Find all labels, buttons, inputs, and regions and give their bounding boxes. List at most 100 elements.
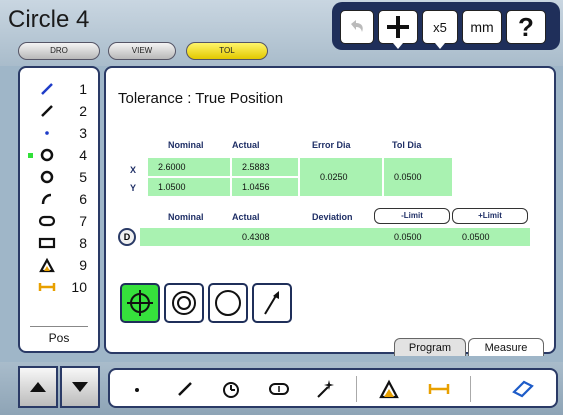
feature-list: 1 2 3 4 5 6 7 8 9 10 Pos [18,66,100,353]
units-label: mm [470,19,494,35]
measure-wand-button[interactable] [308,375,342,403]
feature-item-7[interactable]: 7 [24,210,96,232]
toolbar-divider [470,376,471,402]
auto-measure-button[interactable] [506,375,540,403]
help-icon: ? [518,11,534,42]
runout-arrow-icon [264,291,279,315]
tool-strip: x5 mm ? [332,2,560,50]
distance-icon [428,384,450,394]
selected-marker [28,152,33,158]
dro-button[interactable]: DRO [18,42,100,60]
feature-number: 1 [79,81,87,97]
d-plus-limit-value[interactable]: 0.0500 [452,228,528,246]
x-actual-value: 2.5883 [232,158,298,176]
feature-item-1[interactable]: 1 [24,78,96,100]
measure-circle-button[interactable] [214,375,248,403]
feature-item-8[interactable]: 8 [24,232,96,254]
units-button[interactable]: mm [462,10,502,44]
scroll-up-button[interactable] [18,366,58,408]
zoom-button[interactable]: x5 [422,10,458,49]
d-minus-limit-value[interactable]: 0.0500 [384,228,450,246]
feature-number: 5 [79,169,87,185]
header-nominal: Nominal [168,140,204,150]
header-error-dia: Error Dia [312,140,351,150]
view-button[interactable]: VIEW [108,42,176,60]
eraser-icon [512,380,534,398]
error-dia-value: 0.0250 [300,158,382,196]
tol-button[interactable]: TOL [186,42,268,60]
rectangle-icon [37,233,57,253]
feature-item-5[interactable]: 5 [24,166,96,188]
header-deviation: Deviation [312,212,353,222]
arrow-down-icon [72,382,88,392]
measure-point-button[interactable] [120,375,154,403]
slot-icon [269,383,289,395]
runout-button[interactable] [252,283,292,323]
measure-slot-button[interactable] [262,375,296,403]
plus-limit-header[interactable]: +Limit [452,208,528,224]
minus-limit-header[interactable]: -Limit [374,208,450,224]
arc-icon [37,189,57,209]
angle-icon [37,255,57,275]
measure-toolbar [108,368,558,408]
scroll-down-button[interactable] [60,366,100,408]
feature-item-9[interactable]: 9 [24,254,96,276]
line-icon [37,79,57,99]
feature-item-6[interactable]: 6 [24,188,96,210]
axis-x-label: X [130,165,137,175]
top-bar: Circle 4 DRO VIEW TOL x5 mm ? [0,0,563,66]
feature-item-2[interactable]: 2 [24,100,96,122]
arrow-up-icon [30,382,46,392]
tab-program[interactable]: Program [394,338,466,356]
tab-measure[interactable]: Measure [468,338,544,356]
concentricity-icon [172,291,196,315]
feature-number: 7 [79,213,87,229]
true-position-button[interactable] [120,283,160,323]
circle-icon [37,145,57,165]
tolerance-panel: Tolerance : True Position Nominal Actual… [104,66,556,356]
measure-line-button[interactable] [168,375,202,403]
x-nominal-value[interactable]: 2.6000 [148,158,230,176]
feature-number: 9 [79,257,87,273]
crosshair-icon [387,16,409,38]
true-position-icon [127,290,153,316]
feature-number: 3 [79,125,87,141]
header-tol-dia: Tol Dia [392,140,422,150]
toolbar-divider [356,376,357,402]
feature-number: 8 [79,235,87,251]
zoom-label: x5 [433,19,447,35]
y-nominal-value[interactable]: 1.0500 [148,178,230,196]
pos-tab[interactable]: Pos [30,326,88,348]
concentricity-button[interactable] [164,283,204,323]
feature-number: 10 [71,279,87,295]
deviation-button[interactable]: D [118,228,136,246]
measure-distance-button[interactable] [422,375,456,403]
feature-item-10[interactable]: 10 [24,276,96,298]
distance-icon [37,277,57,297]
slot-icon [37,211,57,231]
help-button[interactable]: ? [506,10,546,44]
feature-number: 2 [79,103,87,119]
line-icon [37,101,57,121]
y-actual-value: 1.0456 [232,178,298,196]
header-nominal-2: Nominal [168,212,204,222]
feature-number: 4 [79,147,87,163]
feature-item-3[interactable]: 3 [24,122,96,144]
measure-angle-button[interactable] [372,375,406,403]
feature-item-4[interactable]: 4 [24,144,96,166]
undo-button[interactable] [340,10,374,44]
header-actual: Actual [232,140,260,150]
magic-wand-icon [317,380,334,398]
feature-number: 6 [79,191,87,207]
undo-icon [351,20,363,32]
circularity-button[interactable] [208,283,248,323]
d-actual-value: 0.4308 [242,232,270,242]
circularity-icon [215,290,241,316]
add-feature-button[interactable] [378,10,418,49]
axis-y-label: Y [130,183,137,193]
tol-dia-value[interactable]: 0.0500 [384,158,452,196]
angle-icon [379,379,399,399]
circle-icon [37,167,57,187]
page-title: Circle 4 [8,6,90,33]
panel-title: Tolerance : True Position [118,90,284,107]
